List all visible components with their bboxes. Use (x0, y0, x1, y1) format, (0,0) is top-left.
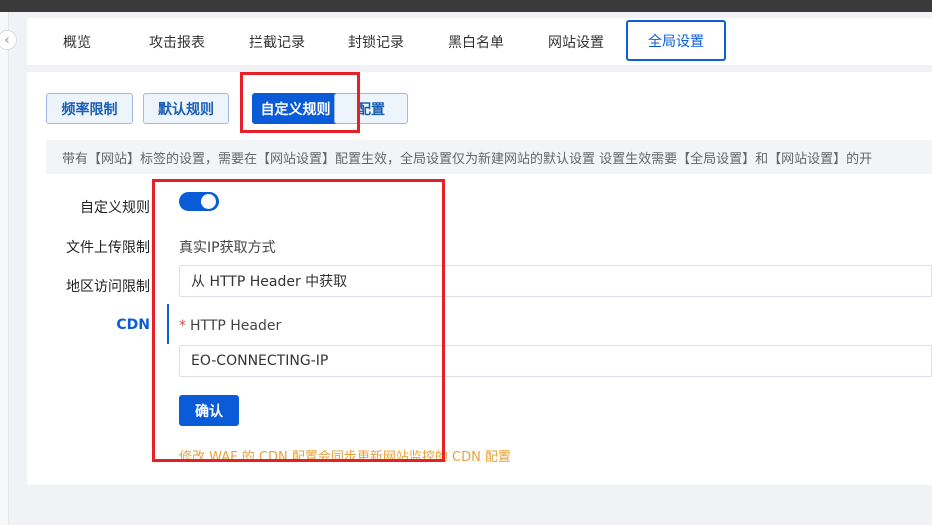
side-item-custom-rules[interactable]: 自定义规则 (10, 197, 150, 217)
notice-bar: 带有【网站】标签的设置，需要在【网站设置】配置生效，全局设置仅为新建网站的默认设… (46, 140, 932, 174)
toggle-knob (201, 194, 216, 209)
confirm-button[interactable]: 确认 (179, 395, 239, 426)
settings-side-menu: 自定义规则 文件上传限制 地区访问限制 CDN (10, 72, 150, 472)
tab-attack-report[interactable]: 攻击报表 (139, 18, 215, 65)
tab-global-settings[interactable]: 全局设置 (626, 20, 726, 61)
subtab-default-rules[interactable]: 默认规则 (143, 93, 229, 124)
tab-overview[interactable]: 概览 (46, 18, 108, 65)
tab-site-settings[interactable]: 网站设置 (538, 18, 614, 65)
tab-black-white-list[interactable]: 黑白名单 (438, 18, 514, 65)
side-item-region-access-limit[interactable]: 地区访问限制 (10, 276, 150, 296)
http-header-label-text: HTTP Header (190, 318, 282, 334)
http-header-input[interactable]: EO-CONNECTING-IP (179, 345, 932, 377)
subtab-custom-rules[interactable]: 自定义规则 (252, 93, 339, 124)
tab-intercept-log[interactable]: 拦截记录 (239, 18, 315, 65)
ip-mode-label: 真实IP获取方式 (179, 240, 276, 256)
http-header-label: * HTTP Header (179, 318, 281, 334)
settings-panel: 频率限制 默认规则 自定义规则 配置 带有【网站】标签的设置，需要在【网站设置】… (27, 72, 932, 485)
tab-block-log[interactable]: 封锁记录 (338, 18, 414, 65)
ip-mode-select[interactable]: 从 HTTP Header 中获取 (179, 265, 932, 297)
side-item-file-upload-limit[interactable]: 文件上传限制 (10, 237, 150, 257)
side-item-cdn[interactable]: CDN (10, 317, 150, 333)
main-tab-bar: 概览 攻击报表 拦截记录 封锁记录 黑白名单 网站设置 全局设置 (27, 18, 932, 65)
subtab-config[interactable]: 配置 (334, 93, 408, 124)
left-sidebar-edge (0, 12, 9, 525)
cdn-sync-warning: 修改 WAF 的 CDN 配置会同步更新网站监控的 CDN 配置 (179, 450, 511, 465)
chevron-left-icon[interactable]: ‹ (0, 30, 17, 50)
required-mark: * (179, 318, 186, 334)
cdn-enable-toggle[interactable] (179, 192, 219, 211)
side-menu-active-indicator (167, 304, 169, 344)
window-top-bar (0, 0, 932, 12)
